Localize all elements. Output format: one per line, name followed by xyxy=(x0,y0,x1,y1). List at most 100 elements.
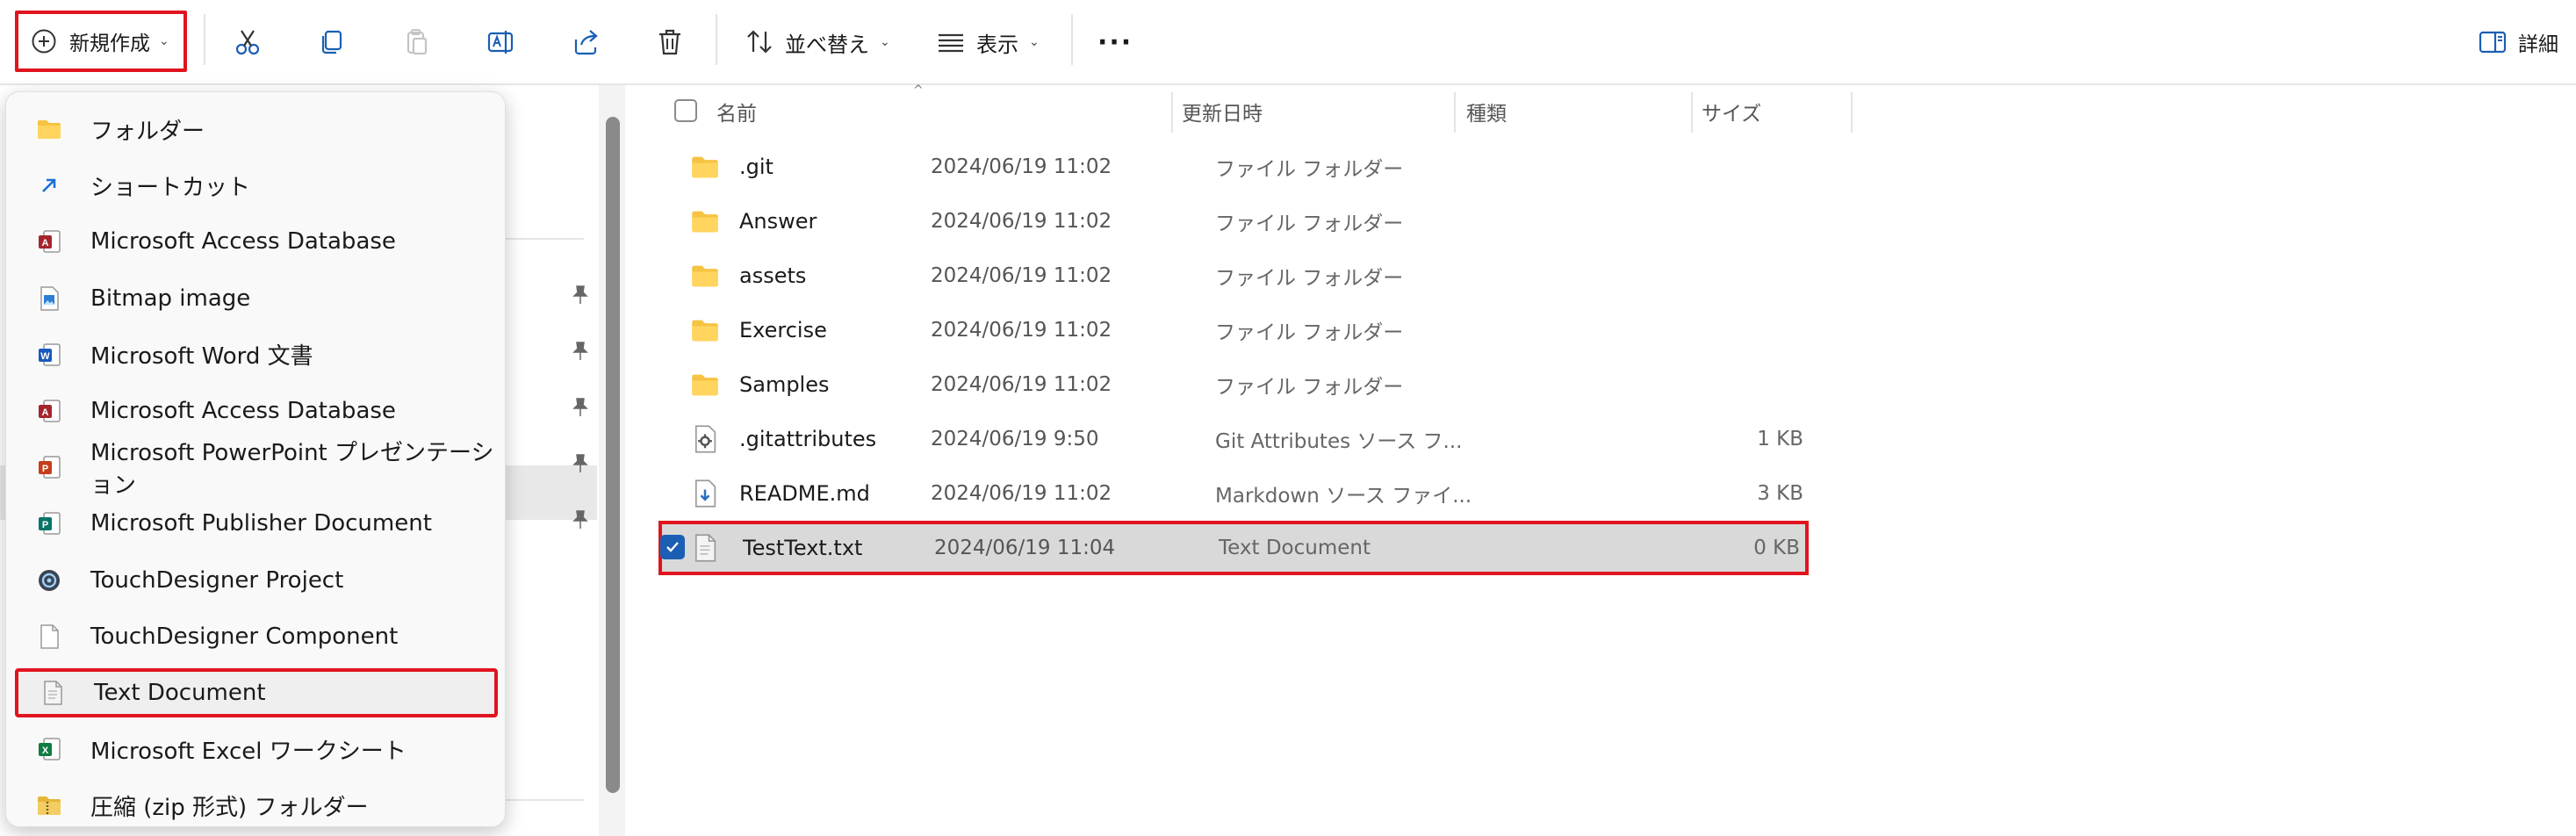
pin-icon[interactable] xyxy=(569,396,592,419)
column-divider[interactable] xyxy=(1171,92,1173,133)
file-row[interactable]: Answer 2024/06/19 11:02 ファイル フォルダー xyxy=(658,194,1809,249)
file-type: ファイル フォルダー xyxy=(1215,213,1404,235)
menu-item-label: フォルダー xyxy=(90,118,205,145)
menu-item[interactable]: 圧縮 (zip 形式) フォルダー xyxy=(15,781,498,830)
pin-icon[interactable] xyxy=(569,508,592,531)
nav-divider xyxy=(500,799,584,801)
paste-icon xyxy=(407,29,428,55)
column-divider[interactable] xyxy=(1691,92,1693,133)
file-modified: 2024/06/19 11:02 xyxy=(931,319,1112,342)
command-bar: 新規作成 ⌄ 並べ替え ⌄ 表示 ⌄ ··· 詳細 xyxy=(0,0,2576,85)
menu-item[interactable]: P Microsoft Publisher Document xyxy=(15,499,498,548)
svg-text:X: X xyxy=(42,746,49,756)
svg-text:P: P xyxy=(42,520,48,530)
folder-icon xyxy=(690,206,720,236)
svg-text:A: A xyxy=(42,238,49,249)
menu-item[interactable]: フォルダー xyxy=(15,104,498,154)
folder-icon xyxy=(690,315,720,345)
details-pane-button[interactable]: 詳細 xyxy=(2478,19,2558,65)
row-checkbox-checked[interactable] xyxy=(660,535,685,559)
menu-item-label: Microsoft Word 文書 xyxy=(90,343,313,371)
menu-item-label: ショートカット xyxy=(90,174,251,201)
toolbar-divider xyxy=(204,14,205,65)
menu-item[interactable]: P Microsoft PowerPoint プレゼンテーション xyxy=(15,440,498,499)
file-row[interactable]: Samples 2024/06/19 11:02 ファイル フォルダー xyxy=(658,357,1809,412)
new-button[interactable]: 新規作成 ⌄ xyxy=(15,11,187,72)
menu-item[interactable]: TouchDesigner Project xyxy=(15,556,498,605)
zip-folder-icon xyxy=(36,792,62,818)
column-divider[interactable] xyxy=(1454,92,1456,133)
rename-button[interactable] xyxy=(479,19,524,65)
menu-item[interactable]: ショートカット xyxy=(15,161,498,210)
menu-item[interactable]: A Microsoft Access Database xyxy=(15,386,498,436)
touchdesigner-icon xyxy=(36,567,62,594)
file-list: ^ 名前 更新日時 種類 サイズ .git 2024/06/19 11:02 ファイ… xyxy=(627,83,2576,836)
copy-button[interactable] xyxy=(309,19,355,65)
file-row[interactable]: Exercise 2024/06/19 11:02 ファイル フォルダー xyxy=(658,303,1809,357)
details-label: 詳細 xyxy=(2518,33,2558,56)
file-size: 1 KB xyxy=(1757,428,1803,450)
sort-button[interactable]: 並べ替え ⌄ xyxy=(745,19,890,65)
file-name: README.md xyxy=(739,481,870,506)
file-modified: 2024/06/19 11:02 xyxy=(931,264,1112,287)
more-options-button[interactable]: ··· xyxy=(1097,19,1133,65)
menu-item-label: Text Document xyxy=(94,680,266,706)
gear-file-icon xyxy=(690,424,720,454)
column-header-type[interactable]: 種類 xyxy=(1466,85,1507,138)
chevron-down-icon: ⌄ xyxy=(1029,35,1040,49)
file-row[interactable]: .git 2024/06/19 11:02 ファイル フォルダー xyxy=(658,140,1809,194)
access-icon: A xyxy=(36,398,62,424)
markdown-file-icon xyxy=(690,479,720,508)
list-view-icon xyxy=(939,33,963,53)
menu-item[interactable]: Text Document xyxy=(15,668,498,717)
menu-item[interactable]: Bitmap image xyxy=(15,274,498,323)
pin-icon[interactable] xyxy=(569,284,592,306)
chevron-down-icon: ⌄ xyxy=(880,35,890,49)
file-name: .git xyxy=(739,155,774,179)
menu-item[interactable]: TouchDesigner Component xyxy=(15,612,498,661)
column-header-modified[interactable]: 更新日時 xyxy=(1182,85,1263,138)
shortcut-icon xyxy=(36,172,62,198)
cut-button[interactable] xyxy=(225,19,270,65)
menu-item[interactable]: W Microsoft Word 文書 xyxy=(15,330,498,379)
select-all-checkbox[interactable] xyxy=(674,99,697,122)
file-size: 0 KB xyxy=(1753,537,1800,559)
nav-scrollbar-thumb[interactable] xyxy=(606,117,620,793)
sort-ascending-icon: ^ xyxy=(913,83,924,97)
delete-button[interactable] xyxy=(647,19,693,65)
column-divider[interactable] xyxy=(1851,92,1853,133)
publisher-icon: P xyxy=(36,510,62,537)
trash-icon xyxy=(659,29,680,55)
access-icon: A xyxy=(36,228,62,255)
file-row[interactable]: TestText.txt 2024/06/19 11:04 Text Documen… xyxy=(658,521,1809,575)
pin-icon[interactable] xyxy=(569,452,592,475)
view-button[interactable]: 表示 ⌄ xyxy=(936,19,1040,65)
scissors-icon xyxy=(235,30,260,55)
details-pane-icon xyxy=(2479,31,2507,54)
menu-item[interactable]: A Microsoft Access Database xyxy=(15,217,498,266)
folder-icon xyxy=(36,116,62,142)
menu-item[interactable]: X Microsoft Excel ワークシート xyxy=(15,724,498,774)
paste-button[interactable] xyxy=(394,19,440,65)
column-header-name[interactable]: 名前 xyxy=(716,85,757,138)
share-button[interactable] xyxy=(563,19,608,65)
more-icon: ··· xyxy=(1097,26,1133,58)
copy-icon xyxy=(321,30,342,54)
menu-item-label: TouchDesigner Project xyxy=(90,566,344,594)
pin-icon[interactable] xyxy=(569,340,592,363)
file-name: Answer xyxy=(739,209,817,234)
column-header-size[interactable]: サイズ xyxy=(1702,85,1761,138)
menu-item-label: Microsoft Access Database xyxy=(90,398,396,424)
folder-icon xyxy=(690,152,720,182)
file-row[interactable]: README.md 2024/06/19 11:02 Markdown ソース ファ… xyxy=(658,466,1809,521)
file-type: Git Attributes ソース フ... xyxy=(1215,430,1463,453)
excel-icon: X xyxy=(36,736,62,762)
file-name: Exercise xyxy=(739,318,827,342)
file-row[interactable]: .gitattributes 2024/06/19 9:50 Git Attribu… xyxy=(658,412,1809,466)
file-row[interactable]: assets 2024/06/19 11:02 ファイル フォルダー xyxy=(658,249,1809,303)
rename-icon xyxy=(487,31,514,54)
toolbar-divider xyxy=(1071,14,1073,65)
menu-item-label: Microsoft Excel ワークシート xyxy=(90,738,407,765)
file-name: .gitattributes xyxy=(739,427,877,451)
menu-item-label: Microsoft Publisher Document xyxy=(90,510,432,537)
